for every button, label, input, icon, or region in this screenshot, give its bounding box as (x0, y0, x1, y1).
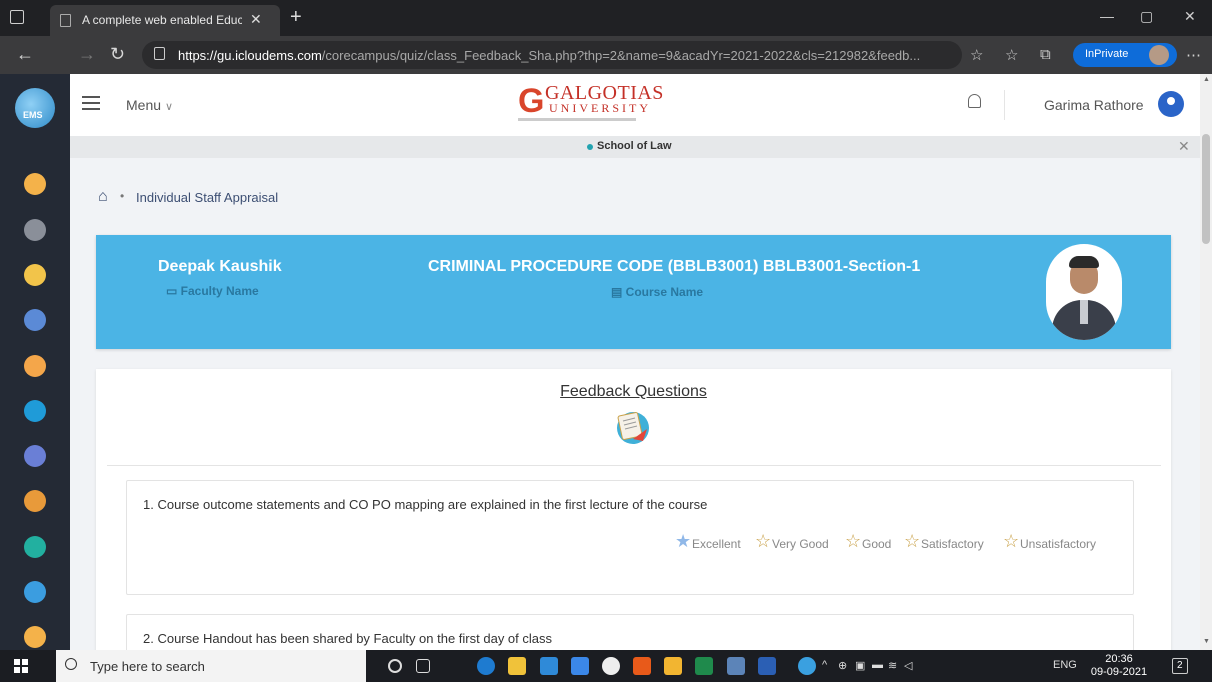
cortana-icon[interactable] (388, 659, 402, 673)
minimize-button[interactable]: — (1100, 8, 1114, 24)
tab-actions-icon[interactable] (10, 10, 24, 24)
url-text: https://gu.icloudems.com/corecampus/quiz… (178, 48, 921, 63)
star-outline-icon: ☆ (1003, 531, 1020, 551)
sidebar-reports-icon[interactable] (24, 309, 46, 331)
tab-title: A complete web enabled Educati (82, 13, 242, 27)
user-avatar[interactable] (1158, 91, 1184, 117)
status-dot-icon (587, 144, 593, 150)
faculty-photo (1046, 244, 1122, 340)
app-icon[interactable] (602, 657, 620, 675)
windows-start-icon[interactable] (14, 659, 28, 673)
tab-close-icon[interactable]: ✕ (250, 11, 262, 28)
sidebar-faculty-icon[interactable] (24, 264, 46, 286)
tray-wifi-icon[interactable]: ≋ (888, 659, 897, 672)
faculty-name: Deepak Kaushik (158, 258, 282, 275)
notification-bell-icon[interactable] (968, 94, 981, 108)
search-placeholder: Type here to search (90, 659, 205, 674)
tray-battery-icon[interactable]: ▬ (872, 659, 883, 671)
sidebar-profile-icon[interactable] (24, 355, 46, 377)
sticky-notes-icon[interactable] (664, 657, 682, 675)
dropbox-icon[interactable] (571, 657, 589, 675)
star-outline-icon: ☆ (845, 531, 862, 551)
excel-icon[interactable] (695, 657, 713, 675)
refresh-button[interactable]: ↻ (110, 44, 125, 65)
tray-chevron-icon[interactable]: ^ (822, 659, 827, 671)
collections-icon[interactable]: ⧉ (1040, 46, 1051, 63)
header-divider (1004, 90, 1005, 120)
feedback-heading: Feedback Questions (560, 383, 707, 400)
file-explorer-icon[interactable] (508, 657, 526, 675)
browser-tab[interactable]: A complete web enabled Educati ✕ (50, 5, 280, 36)
inprivate-label: InPrivate (1085, 48, 1129, 60)
inprivate-button[interactable]: InPrivate (1073, 43, 1177, 67)
school-bar: School of Law ✕ (70, 136, 1200, 158)
ems-logo[interactable]: EMS (15, 88, 55, 128)
feedback-card: Feedback Questions 1. Course outcome sta… (96, 369, 1171, 674)
menu-dropdown[interactable]: Menu ∨ (126, 97, 173, 113)
breadcrumb-separator: • (120, 189, 125, 203)
tray-language[interactable]: ENG (1053, 659, 1077, 671)
app-sidebar: EMS (0, 74, 70, 650)
tray-volume-icon[interactable]: ◁ (904, 659, 912, 672)
taskbar-clock[interactable]: 20:36 09-09-2021 (1089, 653, 1149, 679)
course-info-banner: Deepak Kaushik ▭ Faculty Name CRIMINAL P… (96, 235, 1171, 349)
sidebar-settings-icon[interactable] (24, 219, 46, 241)
question-card: 1. Course outcome statements and CO PO m… (126, 480, 1134, 595)
task-view-icon[interactable] (416, 659, 430, 673)
course-name-label: ▤ Course Name (611, 285, 704, 299)
more-menu-icon[interactable]: ⋯ (1186, 46, 1201, 64)
sidebar-admin-icon[interactable] (24, 445, 46, 467)
search-icon (65, 658, 77, 670)
forward-button[interactable]: → (78, 44, 96, 65)
profile-avatar (1149, 45, 1169, 65)
star-outline-icon: ☆ (904, 531, 921, 551)
hamburger-menu-icon[interactable] (82, 96, 100, 110)
sidebar-student-icon[interactable] (24, 173, 46, 195)
lock-icon (154, 47, 165, 60)
windows-taskbar: Type here to search ^ ⊕ ▣ ▬ ≋ ◁ ENG 20:3… (0, 650, 1212, 682)
app-header: Menu ∨ G GALGOTIAS UNIVERSITY Garima Rath… (70, 74, 1200, 136)
address-bar[interactable]: https://gu.icloudems.com/corecampus/quiz… (142, 41, 962, 69)
tray-display-icon[interactable]: ▣ (855, 659, 865, 672)
close-window-button[interactable]: ✕ (1184, 8, 1196, 25)
office-icon[interactable] (633, 657, 651, 675)
question-text: 2. Course Handout has been shared by Fac… (143, 631, 553, 646)
back-button[interactable]: ← (16, 44, 34, 65)
faculty-name-label: ▭ Faculty Name (166, 284, 259, 298)
scrollbar-thumb[interactable] (1202, 134, 1210, 244)
favorites-icon[interactable]: ☆ (1005, 46, 1018, 64)
home-icon[interactable]: ⌂ (98, 188, 108, 206)
word-icon[interactable] (758, 657, 776, 675)
star-outline-icon: ☆ (755, 531, 772, 551)
tray-network-icon[interactable]: ⊕ (838, 659, 847, 672)
page-favicon-icon (60, 14, 71, 27)
browser-toolbar: ← → ↻ https://gu.icloudems.com/corecampu… (0, 36, 1212, 74)
star-filled-icon: ★ (675, 531, 692, 551)
course-name: CRIMINAL PROCEDURE CODE (BBLB3001) BBLB3… (428, 258, 921, 275)
clipboard-icon (617, 412, 649, 444)
sidebar-hostel-icon[interactable] (24, 581, 46, 603)
read-aloud-icon[interactable]: ☆ (970, 46, 983, 64)
help-icon[interactable] (798, 657, 816, 675)
notes-icon[interactable] (727, 657, 745, 675)
card-divider (107, 465, 1161, 466)
question-text: 1. Course outcome statements and CO PO m… (143, 497, 708, 512)
new-tab-button[interactable]: + (290, 6, 302, 29)
browser-tab-bar: A complete web enabled Educati ✕ + — ▢ ✕ (0, 0, 1212, 36)
sidebar-exam-icon[interactable] (24, 536, 46, 558)
user-name[interactable]: Garima Rathore (1044, 97, 1144, 113)
mail-icon[interactable] (540, 657, 558, 675)
close-school-bar-icon[interactable]: ✕ (1178, 138, 1190, 155)
sidebar-library-icon[interactable] (24, 400, 46, 422)
breadcrumb-current: Individual Staff Appraisal (136, 190, 279, 205)
action-center-icon[interactable]: 2 (1172, 658, 1188, 674)
edge-icon[interactable] (477, 657, 495, 675)
taskbar-search[interactable]: Type here to search (56, 650, 366, 682)
sidebar-finance-icon[interactable] (24, 490, 46, 512)
university-logo: G GALGOTIAS UNIVERSITY (518, 82, 664, 121)
maximize-button[interactable]: ▢ (1140, 8, 1153, 25)
sidebar-more-icon[interactable] (24, 626, 46, 648)
page-scrollbar[interactable]: ▲ ▼ (1200, 74, 1212, 650)
school-label: School of Law (597, 140, 672, 152)
